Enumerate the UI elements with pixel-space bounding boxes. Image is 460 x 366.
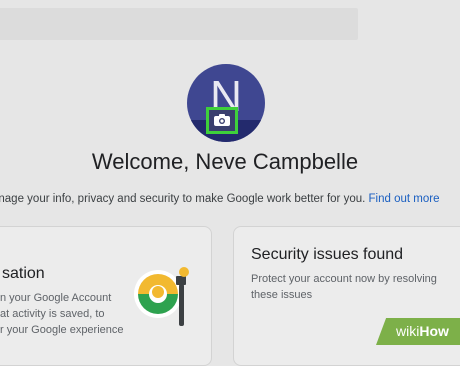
change-photo-button[interactable] bbox=[206, 107, 238, 134]
wikihow-how-text: How bbox=[419, 323, 449, 339]
security-card-line: Protect your account now by resolving bbox=[251, 273, 437, 285]
wikihow-watermark: wikiHow bbox=[376, 318, 460, 345]
camera-icon bbox=[214, 114, 230, 126]
search-bar[interactable] bbox=[0, 8, 358, 40]
security-card-title: Security issues found bbox=[251, 246, 404, 263]
privacy-card-title: sation bbox=[2, 265, 45, 282]
wikihow-wiki-text: wiki bbox=[396, 323, 420, 339]
intro-text: anage your info, privacy and security to… bbox=[0, 193, 460, 205]
privacy-illustration-icon bbox=[134, 267, 189, 326]
find-out-more-link[interactable]: Find out more bbox=[369, 193, 440, 205]
intro-description: anage your info, privacy and security to… bbox=[0, 193, 366, 205]
security-card-line: these issues bbox=[251, 289, 313, 301]
privacy-card-line: r your Google experience bbox=[0, 324, 124, 336]
privacy-card-line: at activity is saved, to bbox=[0, 308, 105, 320]
welcome-heading: Welcome, Neve Campbelle bbox=[91, 149, 359, 174]
wikihow-logo: wikiHow bbox=[396, 323, 449, 339]
privacy-card-line: n your Google Account bbox=[0, 292, 112, 304]
